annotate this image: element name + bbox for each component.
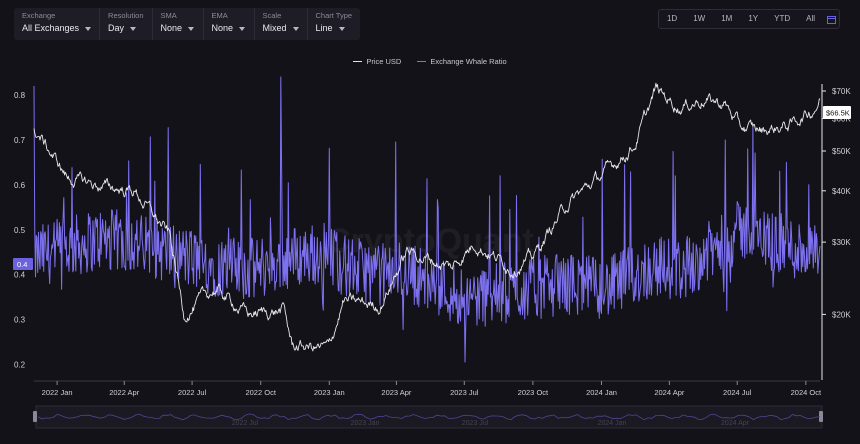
x-axis-tick: 2024 Oct [791, 388, 822, 397]
left-axis-tick: 0.4 [14, 271, 26, 280]
navigator-left-handle[interactable] [33, 411, 37, 422]
x-axis-tick: 2023 Apr [381, 388, 412, 397]
navigator-tick: 2024 Apr [721, 420, 750, 427]
x-axis-tick: 2023 Jan [314, 388, 345, 397]
right-axis-tick: $40K [832, 187, 851, 196]
left-axis-tick: 0.2 [14, 361, 26, 370]
left-axis-tick: 0.8 [14, 91, 26, 100]
left-axis-tick: 0.6 [14, 181, 26, 190]
navigator-tick: 2024 Jan [598, 420, 627, 427]
current-price-label: $66.5K [826, 109, 850, 118]
x-axis-tick: 2022 Jan [42, 388, 73, 397]
navigator-tick: 2023 Jul [462, 420, 489, 427]
x-axis-tick: 2024 Apr [654, 388, 685, 397]
x-axis-tick: 2024 Jan [586, 388, 617, 397]
navigator-tick: 2022 Jul [232, 420, 259, 427]
x-axis-tick: 2023 Oct [518, 388, 549, 397]
x-axis-tick: 2022 Jul [178, 388, 207, 397]
whale-ratio-line [33, 76, 821, 363]
right-axis-tick: $70K [832, 87, 851, 96]
x-axis-tick: 2023 Jul [450, 388, 479, 397]
right-axis-tick: $50K [832, 147, 851, 156]
watermark-text: CryptoQuant [326, 222, 534, 260]
left-axis-tick: 0.7 [14, 136, 26, 145]
current-ratio-label: 0.4 [17, 260, 27, 269]
x-axis-tick: 2022 Oct [245, 388, 276, 397]
x-axis-tick: 2022 Apr [109, 388, 140, 397]
left-axis-tick: 0.5 [14, 226, 26, 235]
chart-canvas: CryptoQuant 0.2 0.3 0.4 0.5 0.6 0.7 0.8 $20K $30K… [13, 76, 851, 429]
right-axis-tick: $20K [832, 310, 851, 319]
navigator-track [35, 405, 823, 429]
navigator-tick: 2023 Jan [351, 420, 380, 427]
right-axis-tick: $30K [832, 238, 851, 247]
x-axis-tick: 2024 Jul [723, 388, 752, 397]
left-axis-tick: 0.3 [14, 316, 26, 325]
